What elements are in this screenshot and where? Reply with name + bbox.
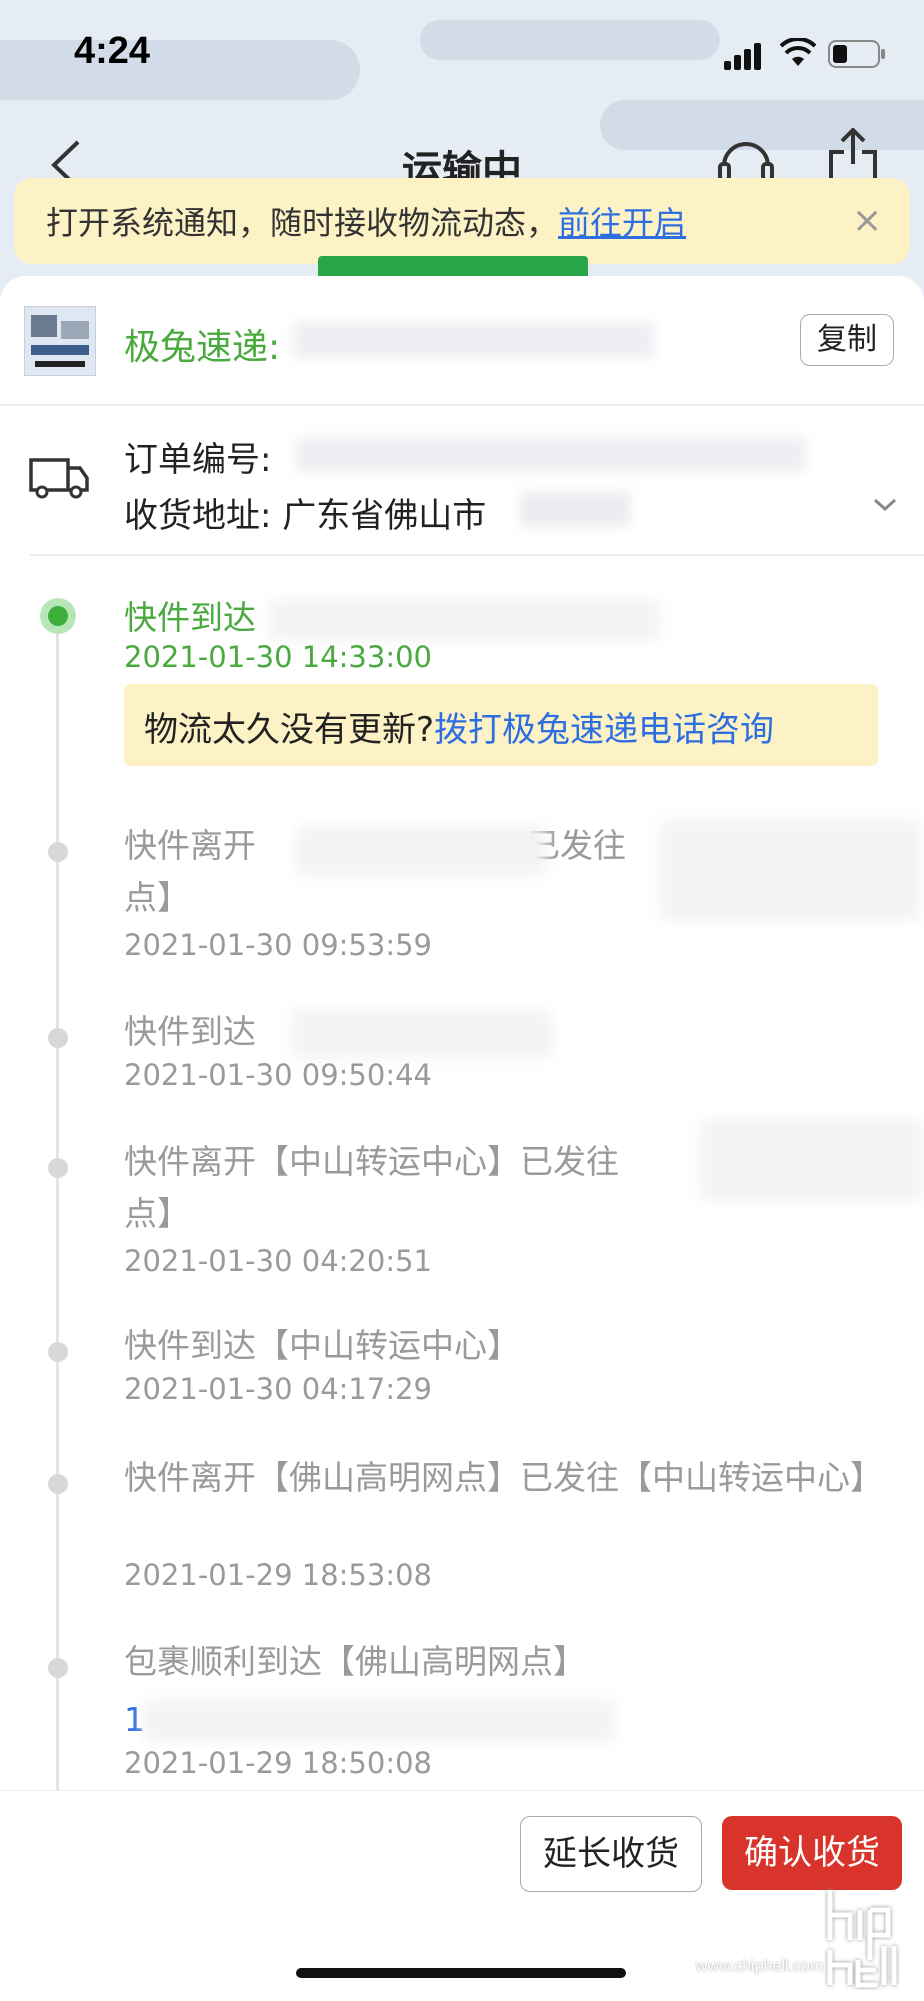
redacted-location <box>296 826 546 876</box>
tracking-number-redacted <box>294 322 654 358</box>
event-time: 2021-01-30 09:53:59 <box>124 928 432 962</box>
redacted-phone <box>144 1700 614 1742</box>
event-text-cont: 点】 <box>124 1194 190 1233</box>
help-question: 物流太久没有更新? <box>144 710 435 750</box>
extend-receipt-button[interactable]: 延长收货 <box>520 1816 702 1892</box>
timeline-dot <box>48 1658 68 1678</box>
redacted-location <box>292 1010 552 1058</box>
order-number-redacted <box>296 438 806 472</box>
timeline-dot-active <box>40 598 76 634</box>
watermark-text: www.chiphell.com <box>696 1958 824 1975</box>
event-text: 包裹顺利到达【佛山高明网点】 <box>124 1642 586 1681</box>
event-text: 快件到达【中山转运中心】 <box>124 1326 520 1365</box>
chevron-down-icon[interactable] <box>872 496 898 514</box>
order-number-label: 订单编号: <box>124 440 272 480</box>
confirm-receipt-button[interactable]: 确认收货 <box>722 1816 902 1890</box>
address-value: 广东省佛山市 <box>282 496 487 536</box>
event-time: 2021-01-30 04:20:51 <box>124 1244 432 1278</box>
divider <box>0 404 924 406</box>
wifi-icon <box>780 38 816 66</box>
phone-link[interactable]: 1 <box>124 1700 145 1739</box>
event-text-part: 快件离开 <box>124 826 256 865</box>
timeline-dot <box>48 1474 68 1494</box>
timeline-line <box>56 614 59 1794</box>
event-text-cont: 点】 <box>124 878 190 917</box>
carrier-name: 极兔速递: <box>124 327 281 368</box>
address-line: 收货地址: 广东省佛山市 <box>124 488 486 537</box>
copy-button[interactable]: 复制 <box>800 314 894 366</box>
banner-text: 打开系统通知，随时接收物流动态，前往开启 <box>46 198 686 244</box>
battery-icon <box>828 40 885 68</box>
event-time: 2021-01-30 09:50:44 <box>124 1058 432 1092</box>
timeline-dot <box>48 1158 68 1178</box>
address-label: 收货地址: <box>124 496 272 536</box>
timeline-dot <box>48 842 68 862</box>
status-time: 4:24 <box>74 30 151 72</box>
enable-notification-link[interactable]: 前往开启 <box>558 204 686 242</box>
event-text: 快件离开【佛山高明网点】已发往【中山转运中心】 <box>124 1458 883 1497</box>
event-time: 2021-01-29 18:53:08 <box>124 1558 432 1592</box>
divider <box>30 554 924 556</box>
truck-icon <box>29 458 89 499</box>
banner-message: 打开系统通知，随时接收物流动态， <box>46 204 559 242</box>
redacted-location <box>270 600 660 640</box>
event-time: 2021-01-29 18:50:08 <box>124 1746 432 1780</box>
product-thumbnail <box>24 306 96 376</box>
address-redacted <box>520 492 630 526</box>
timeline-dot <box>48 1342 68 1362</box>
status-bar: 4:24 <box>0 0 924 110</box>
home-indicator <box>296 1968 626 1978</box>
event-time: 2021-01-30 04:17:29 <box>124 1372 432 1406</box>
signal-icon <box>724 42 766 70</box>
timeline-dot <box>48 1028 68 1048</box>
help-text: 物流太久没有更新?拨打极兔速递电话咨询 <box>144 702 774 751</box>
close-icon[interactable]: × <box>852 200 882 241</box>
event-time: 2021-01-30 14:33:00 <box>124 640 432 674</box>
call-carrier-link[interactable]: 拨打极兔速递电话咨询 <box>434 710 774 750</box>
